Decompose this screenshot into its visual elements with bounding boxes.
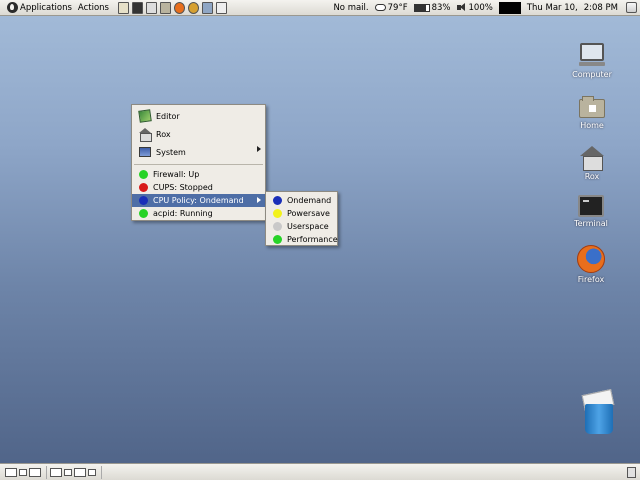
workspace-5-icon[interactable] <box>74 467 86 477</box>
menu-item-label: acpid: Running <box>153 209 213 218</box>
panel-trash-icon[interactable] <box>627 466 636 478</box>
clock-time[interactable]: 2:08 PM <box>584 3 618 13</box>
workspace-2-icon[interactable] <box>29 467 41 477</box>
cpu-policy-submenu: Ondemand Powersave Userspace Performance <box>265 191 338 246</box>
actions-menu-label: Actions <box>77 2 109 13</box>
menu-item-label: CUPS: Stopped <box>153 183 213 192</box>
submenu-arrow-icon <box>257 146 261 152</box>
submenu-arrow-icon <box>257 197 261 203</box>
workspace-3-icon[interactable] <box>50 467 62 477</box>
workspace-6-icon[interactable] <box>88 468 96 476</box>
workspace-4-icon[interactable] <box>64 468 72 476</box>
text-editor-icon[interactable] <box>117 1 129 14</box>
firefox-icon[interactable] <box>173 1 185 14</box>
desktop-icon-label: Computer <box>572 70 612 79</box>
folder-icon[interactable] <box>159 1 171 14</box>
desktop-icon-trash[interactable] <box>573 389 623 436</box>
menu-item-acpid[interactable]: acpid: Running <box>132 207 265 220</box>
weather-cloud-icon[interactable] <box>374 4 386 11</box>
menu-item-system[interactable]: System <box>132 143 265 161</box>
desktop-icon-rox[interactable]: Rox <box>567 146 617 181</box>
file-manager-icon[interactable] <box>145 1 157 14</box>
help-icon[interactable] <box>187 1 199 14</box>
home-folder-icon <box>579 96 605 118</box>
menu-item-cups[interactable]: CUPS: Stopped <box>132 181 265 194</box>
desktop-icon-computer[interactable]: Computer <box>567 43 617 79</box>
network-icon[interactable] <box>201 1 213 14</box>
status-grey-icon <box>273 222 282 231</box>
system-icon <box>139 147 151 157</box>
desktop-icon-home[interactable]: Home <box>567 96 617 130</box>
desktop-icon-firefox[interactable]: Firefox <box>566 245 616 284</box>
battery-icon[interactable] <box>413 3 430 12</box>
submenu-item-label: Powersave <box>287 209 330 218</box>
menu-item-editor[interactable]: Editor <box>132 107 265 125</box>
battery-value[interactable]: 83% <box>432 3 451 13</box>
menu-item-label: Firewall: Up <box>153 170 200 179</box>
menu-item-label: Rox <box>156 129 171 139</box>
submenu-item-performance[interactable]: Performance <box>266 233 338 246</box>
gnome-foot-icon <box>7 2 18 13</box>
status-green-icon <box>273 235 282 244</box>
status-yellow-icon <box>273 209 282 218</box>
panel-launchers <box>117 1 227 14</box>
menu-item-label: CPU Policy: Ondemand <box>153 196 244 205</box>
workspace-indicator[interactable] <box>498 1 521 14</box>
screenshot-icon[interactable] <box>215 1 227 14</box>
workspace-switcher-left[interactable] <box>2 465 47 479</box>
volume-icon[interactable] <box>456 3 467 12</box>
terminal-icon <box>578 195 604 217</box>
menu-item-rox[interactable]: Rox <box>132 125 265 143</box>
status-green-icon <box>139 209 148 218</box>
workspace-switcher-right[interactable] <box>47 465 102 479</box>
menu-item-label: Editor <box>156 111 180 121</box>
trash-can <box>585 404 613 434</box>
mail-status[interactable]: No mail. <box>333 3 368 13</box>
rox-icon <box>139 128 152 142</box>
menu-separator <box>134 164 263 165</box>
desktop-icon-label: Home <box>580 121 604 130</box>
service-menu: Editor Rox System Firewall: Up CUPS: Sto… <box>131 104 266 221</box>
trash-icon <box>579 389 617 436</box>
submenu-item-label: Performance <box>287 235 338 244</box>
menu-item-label: System <box>156 147 186 157</box>
bottom-panel <box>0 463 640 480</box>
desktop-icon-label: Rox <box>584 172 600 181</box>
submenu-item-ondemand[interactable]: Ondemand <box>266 194 337 207</box>
status-blue-icon <box>139 196 148 205</box>
volume-value[interactable]: 100% <box>469 3 493 13</box>
logout-icon[interactable] <box>626 2 637 13</box>
computer-icon <box>579 43 605 66</box>
workspace-1-icon[interactable] <box>19 468 27 476</box>
rox-icon <box>580 146 604 171</box>
firefox-icon <box>577 245 605 273</box>
desktop-icon-label: Firefox <box>577 275 605 284</box>
status-blue-icon <box>273 196 282 205</box>
applications-menu[interactable]: Applications <box>0 0 75 16</box>
temperature-value[interactable]: 79°F <box>388 3 408 13</box>
top-panel: Applications Actions No mail. 79°F 83% 1… <box>0 0 640 16</box>
applications-menu-label: Applications <box>20 2 72 13</box>
terminal-icon[interactable] <box>131 1 143 14</box>
submenu-item-userspace[interactable]: Userspace <box>266 220 337 233</box>
menu-item-cpu-policy[interactable]: CPU Policy: Ondemand <box>132 194 265 207</box>
status-green-icon <box>139 170 148 179</box>
actions-menu[interactable]: Actions <box>75 0 112 16</box>
submenu-item-powersave[interactable]: Powersave <box>266 207 337 220</box>
desktop-icon-label: Terminal <box>574 219 608 228</box>
submenu-item-label: Userspace <box>287 222 329 231</box>
editor-icon <box>138 109 152 123</box>
system-tray: No mail. 79°F 83% 100% Thu Mar 10, 2:08 … <box>333 0 640 16</box>
desktop-icon-terminal[interactable]: Terminal <box>566 195 616 228</box>
show-desktop-icon[interactable] <box>5 467 17 477</box>
menu-item-firewall[interactable]: Firewall: Up <box>132 168 265 181</box>
status-red-icon <box>139 183 148 192</box>
submenu-item-label: Ondemand <box>287 196 332 205</box>
clock-date[interactable]: Thu Mar 10, <box>527 3 578 13</box>
